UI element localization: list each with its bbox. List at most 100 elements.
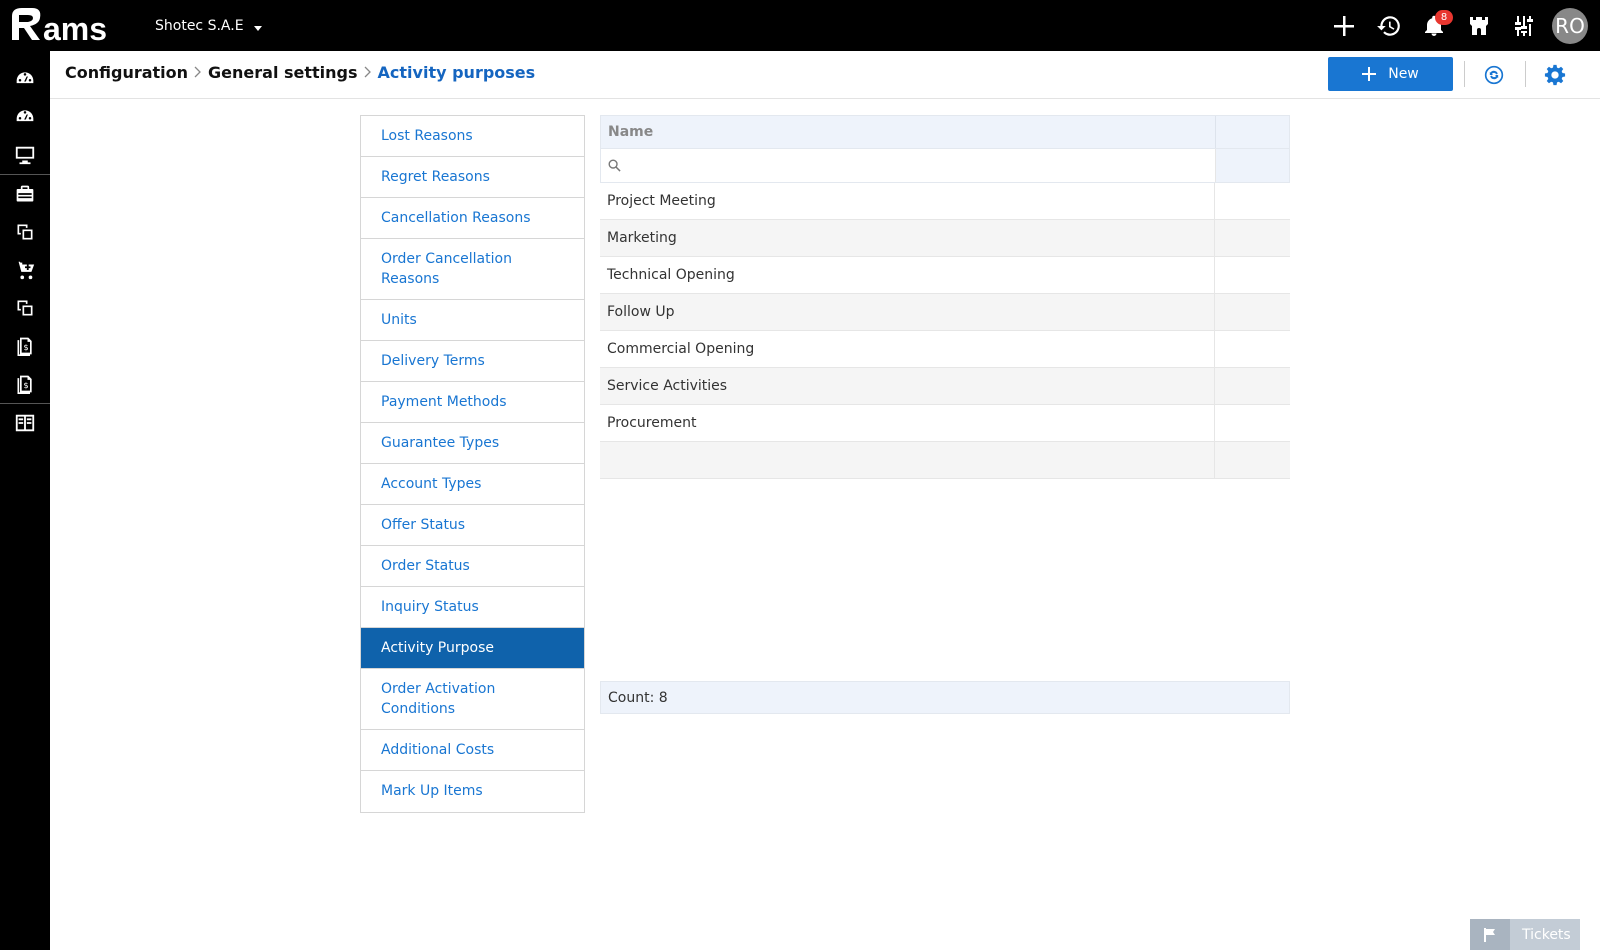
settings-nav: Lost Reasons Regret Reasons Cancellation R… <box>360 115 585 813</box>
search-icon <box>608 159 621 172</box>
svg-text:$: $ <box>23 342 28 352</box>
settings-button[interactable] <box>1543 63 1567 87</box>
cart-icon <box>14 261 35 280</box>
rail-cart[interactable] <box>0 251 50 289</box>
settings-nav-item[interactable]: Guarantee Types <box>361 423 584 464</box>
settings-nav-item[interactable]: Account Types <box>361 464 584 505</box>
plus-icon <box>1362 67 1377 81</box>
castle-button[interactable] <box>1456 0 1501 51</box>
rail-dashboard-1[interactable] <box>0 60 50 98</box>
table-row[interactable]: Marketing <box>600 220 1290 257</box>
grid-filter-row <box>600 149 1290 183</box>
actions-cell <box>1215 220 1290 256</box>
grid-body: Project Meeting Marketing Technical Openin… <box>600 183 1290 479</box>
chevron-right-icon <box>358 62 378 82</box>
refresh-button[interactable] <box>1482 63 1506 87</box>
tickets-button[interactable]: Tickets <box>1470 919 1580 950</box>
filter-actions-cell <box>1216 149 1289 182</box>
rail-modules[interactable] <box>0 213 50 251</box>
briefcase-icon <box>16 185 34 202</box>
refresh-icon <box>1484 65 1504 85</box>
rail-modules-2[interactable] <box>0 289 50 327</box>
table-row[interactable] <box>600 442 1290 479</box>
dashboard-icon <box>16 72 34 84</box>
table-row[interactable]: Procurement <box>600 405 1290 442</box>
user-avatar[interactable]: RO <box>1552 7 1588 44</box>
history-icon <box>1376 15 1400 36</box>
history-button[interactable] <box>1366 0 1411 51</box>
settings-nav-item[interactable]: Additional Costs <box>361 730 584 771</box>
notifications-button[interactable]: 8 <box>1411 0 1456 51</box>
name-cell: Commercial Opening <box>600 331 1215 367</box>
actions-cell <box>1215 183 1290 219</box>
tickets-label: Tickets <box>1522 926 1571 943</box>
breadcrumb-general-settings[interactable]: General settings <box>208 63 358 82</box>
actions-cell <box>1215 331 1290 367</box>
name-cell: Project Meeting <box>600 183 1215 219</box>
header-divider <box>1525 61 1526 87</box>
rams-logo[interactable]: ams <box>10 6 130 46</box>
grid-header-row: Name <box>600 115 1290 149</box>
company-selector[interactable]: Shotec S.A.E <box>155 18 262 34</box>
settings-nav-item[interactable]: Activity Purpose <box>361 628 584 669</box>
dashboard-icon <box>16 110 34 122</box>
settings-nav-item[interactable]: Order Activation Conditions <box>361 669 584 730</box>
invoice-icon: $ <box>17 375 32 394</box>
name-cell: Follow Up <box>600 294 1215 330</box>
adjustments-button[interactable] <box>1501 0 1546 51</box>
table-row[interactable]: Project Meeting <box>600 183 1290 220</box>
grid-footer: Count: 8 <box>600 681 1290 714</box>
table-row[interactable]: Follow Up <box>600 294 1290 331</box>
modules-icon <box>17 224 33 240</box>
name-cell: Technical Opening <box>600 257 1215 293</box>
name-cell: Procurement <box>600 405 1215 441</box>
new-button[interactable]: New <box>1328 57 1453 91</box>
settings-nav-item[interactable]: Regret Reasons <box>361 157 584 198</box>
actions-cell <box>1215 405 1290 441</box>
svg-text:$: $ <box>23 380 28 390</box>
top-bar: ams Shotec S.A.E 8 RO <box>0 0 1600 51</box>
castle-icon <box>1469 16 1488 35</box>
rail-invoice-1[interactable]: $ <box>0 327 50 365</box>
new-button-label: New <box>1388 66 1419 82</box>
column-header-name[interactable]: Name <box>601 116 1216 148</box>
flag-icon <box>1470 919 1510 950</box>
rail-briefcase[interactable] <box>0 175 50 213</box>
table-row[interactable]: Technical Opening <box>600 257 1290 294</box>
table-row[interactable]: Service Activities <box>600 368 1290 405</box>
reports-icon <box>15 414 35 432</box>
settings-nav-item[interactable]: Units <box>361 300 584 341</box>
notifications-badge: 8 <box>1435 10 1453 25</box>
settings-nav-item[interactable]: Delivery Terms <box>361 341 584 382</box>
settings-nav-item[interactable]: Order Status <box>361 546 584 587</box>
settings-nav-item[interactable]: Cancellation Reasons <box>361 198 584 239</box>
plus-icon <box>1333 15 1354 36</box>
svg-text:ams: ams <box>43 11 107 46</box>
company-name: Shotec S.A.E <box>155 18 244 34</box>
actions-cell <box>1215 442 1290 478</box>
actions-cell <box>1215 294 1290 330</box>
caret-down-icon <box>253 25 262 31</box>
table-row[interactable]: Commercial Opening <box>600 331 1290 368</box>
settings-nav-item[interactable]: Lost Reasons <box>361 116 584 157</box>
monitor-icon <box>15 146 35 165</box>
name-cell: Marketing <box>600 220 1215 256</box>
settings-nav-item[interactable]: Payment Methods <box>361 382 584 423</box>
rail-monitor[interactable] <box>0 136 50 174</box>
column-header-actions <box>1216 116 1289 148</box>
name-cell <box>600 442 1215 478</box>
sliders-icon <box>1514 15 1533 36</box>
settings-nav-item[interactable]: Mark Up Items <box>361 771 584 812</box>
activity-purposes-grid: Name Project Meeting Marketing Technical O… <box>600 115 1290 479</box>
settings-nav-item[interactable]: Order Cancellation Reasons <box>361 239 584 300</box>
rail-dashboard-2[interactable] <box>0 98 50 136</box>
add-button[interactable] <box>1321 0 1366 51</box>
breadcrumb: Configuration General settings Activity … <box>65 62 535 82</box>
rail-reports[interactable] <box>0 404 50 442</box>
breadcrumb-configuration[interactable]: Configuration <box>65 63 188 82</box>
name-filter-cell[interactable] <box>601 149 1216 182</box>
settings-nav-item[interactable]: Offer Status <box>361 505 584 546</box>
settings-nav-item[interactable]: Inquiry Status <box>361 587 584 628</box>
record-count: Count: 8 <box>608 689 668 706</box>
rail-invoice-2[interactable]: $ <box>0 365 50 403</box>
